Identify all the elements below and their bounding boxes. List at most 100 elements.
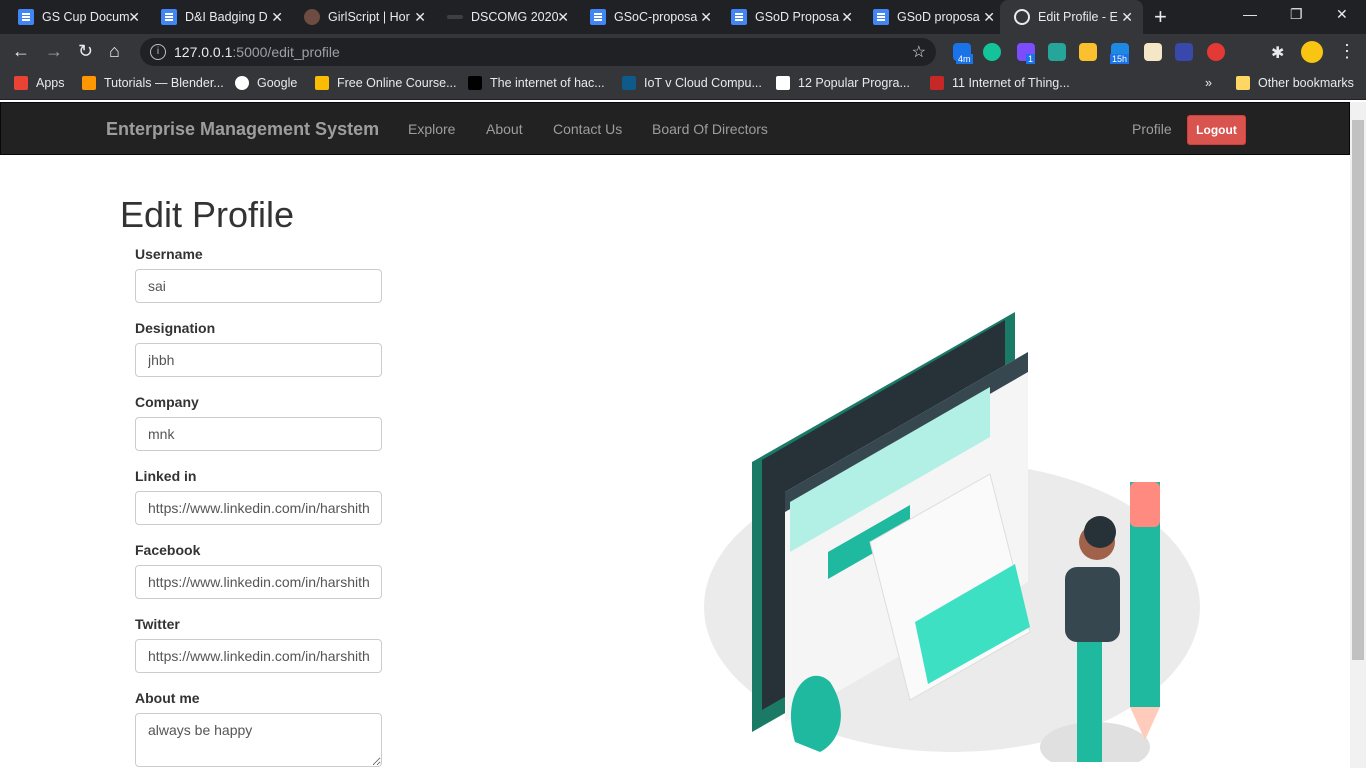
browser-tab[interactable]: GirlScript | Hor ✕ (286, 0, 436, 34)
twitter-input[interactable] (135, 639, 382, 673)
extension-icon[interactable] (1175, 43, 1193, 61)
page-scrollbar[interactable] (1350, 102, 1366, 768)
person-hair-icon (1084, 516, 1116, 548)
nav-explore[interactable]: Explore (408, 121, 455, 137)
bookmark-star-icon[interactable]: ☆ (912, 42, 926, 62)
company-input[interactable] (135, 417, 382, 451)
twitter-label: Twitter (135, 616, 180, 632)
browser-tab[interactable]: GSoD Proposa ✕ (713, 0, 863, 34)
extension-badge: 15h (1110, 54, 1130, 64)
page-content: Enterprise Management System Explore Abo… (0, 102, 1350, 768)
tab-title: GirlScript | Hor (328, 10, 410, 24)
bookmark-label: Other bookmarks (1258, 76, 1354, 90)
back-icon[interactable]: ← (12, 41, 30, 62)
tab-title: GSoD proposa (897, 10, 980, 24)
bookmark-apps[interactable]: Apps (14, 76, 65, 90)
bookmark-item[interactable]: 11 Internet of Thing... (930, 76, 1070, 90)
page-title: Edit Profile (120, 194, 295, 235)
close-icon[interactable]: ✕ (271, 9, 283, 26)
bookmark-item[interactable]: Free Online Course... (315, 76, 457, 90)
person-legs-icon (1077, 632, 1102, 762)
company-label: Company (135, 394, 199, 410)
tab-title: GSoD Proposa (755, 10, 840, 24)
puzzle-icon[interactable]: ✱ (1271, 43, 1289, 62)
close-icon[interactable]: ✕ (414, 9, 426, 26)
person-shirt-icon (1065, 567, 1120, 642)
extension-icon[interactable] (1048, 43, 1066, 61)
tab-title: GSoC-proposa (614, 10, 698, 24)
browser-tab[interactable]: GSoD proposa ✕ (855, 0, 1005, 34)
bookmark-item[interactable]: IoT v Cloud Compu... (622, 76, 762, 90)
tab-title: Edit Profile - E (1038, 10, 1118, 24)
extension-icon[interactable] (1207, 43, 1225, 61)
scrollbar-thumb[interactable] (1352, 120, 1364, 660)
facebook-label: Facebook (135, 542, 201, 558)
bookmark-item[interactable]: The internet of hac... (468, 76, 605, 90)
browser-tab[interactable]: GS Cup Docum ✕ (0, 0, 150, 34)
nav-board-of-directors[interactable]: Board Of Directors (652, 121, 768, 137)
close-icon[interactable]: ✕ (128, 9, 140, 26)
avatar[interactable] (1301, 41, 1323, 63)
close-icon[interactable]: ✕ (557, 9, 569, 26)
docs-icon (590, 9, 606, 25)
address-bar[interactable]: i 127.0.0.1:5000/edit_profile ☆ (140, 38, 936, 66)
designation-input[interactable] (135, 343, 382, 377)
extension-badge: 4m (956, 54, 973, 64)
google-icon (235, 76, 249, 90)
other-bookmarks[interactable]: Other bookmarks (1236, 76, 1354, 90)
tab-title: GS Cup Docum (42, 10, 130, 24)
url-path: :5000/edit_profile (232, 44, 340, 60)
docs-icon (731, 9, 747, 25)
grammarly-icon[interactable] (983, 43, 1001, 61)
menu-icon[interactable]: ⋮ (1338, 41, 1356, 62)
facebook-input[interactable] (135, 565, 382, 599)
bookmark-item[interactable]: 12 Popular Progra... (776, 76, 910, 90)
home-icon[interactable]: ⌂ (109, 41, 120, 62)
bi-icon (622, 76, 636, 90)
new-tab-icon[interactable]: + (1154, 4, 1167, 30)
logout-button[interactable]: Logout (1187, 115, 1246, 145)
pencil-eraser-icon (1130, 482, 1160, 527)
docs-icon (873, 9, 889, 25)
site-navbar: Enterprise Management System Explore Abo… (0, 102, 1350, 155)
browser-tab[interactable]: GSoC-proposa ✕ (572, 0, 722, 34)
info-icon[interactable]: i (150, 44, 166, 60)
bookmark-label: 12 Popular Progra... (798, 76, 910, 90)
reload-icon[interactable]: ↻ (78, 41, 93, 62)
bookmark-item[interactable]: Tutorials — Blender... (82, 76, 224, 90)
bookmark-label: Free Online Course... (337, 76, 457, 90)
bookmark-label: Apps (36, 76, 65, 90)
bookmark-item[interactable]: Google (235, 76, 297, 90)
docs-icon (161, 9, 177, 25)
linkedin-input[interactable] (135, 491, 382, 525)
close-icon[interactable]: ✕ (841, 9, 853, 26)
girlscript-icon (304, 9, 320, 25)
designation-label: Designation (135, 320, 216, 336)
close-icon[interactable]: ✕ (1121, 9, 1133, 26)
about-me-textarea[interactable]: always be happy (135, 713, 382, 767)
linkedin-label: Linked in (135, 468, 197, 484)
forward-icon[interactable]: → (45, 41, 63, 62)
restore-icon[interactable]: ❐ (1290, 6, 1303, 23)
extension-icon[interactable] (1079, 43, 1097, 61)
bookmarks-overflow[interactable]: » (1205, 76, 1212, 90)
nav-profile[interactable]: Profile (1132, 121, 1172, 137)
close-icon[interactable]: ✕ (983, 9, 995, 26)
brand[interactable]: Enterprise Management System (106, 119, 379, 140)
bookmark-label: IoT v Cloud Compu... (644, 76, 762, 90)
close-window-icon[interactable]: ✕ (1336, 6, 1348, 23)
browser-tab[interactable]: D&I Badging D ✕ (143, 0, 293, 34)
username-input[interactable] (135, 269, 382, 303)
globe-icon (1014, 9, 1030, 25)
course-icon (315, 76, 329, 90)
browser-tab[interactable]: DSCOMG 2020 ✕ (429, 0, 579, 34)
nav-about[interactable]: About (486, 121, 523, 137)
close-icon[interactable]: ✕ (700, 9, 712, 26)
nav-contact-us[interactable]: Contact Us (553, 121, 622, 137)
bookmark-label: Tutorials — Blender... (104, 76, 224, 90)
browser-tab-active[interactable]: Edit Profile - E ✕ (1000, 0, 1143, 34)
bookmarks-bar: Apps Tutorials — Blender... Google Free … (0, 70, 1366, 100)
extension-icon[interactable] (1144, 43, 1162, 61)
apps-icon (14, 76, 28, 90)
minimize-icon[interactable]: — (1243, 6, 1257, 22)
